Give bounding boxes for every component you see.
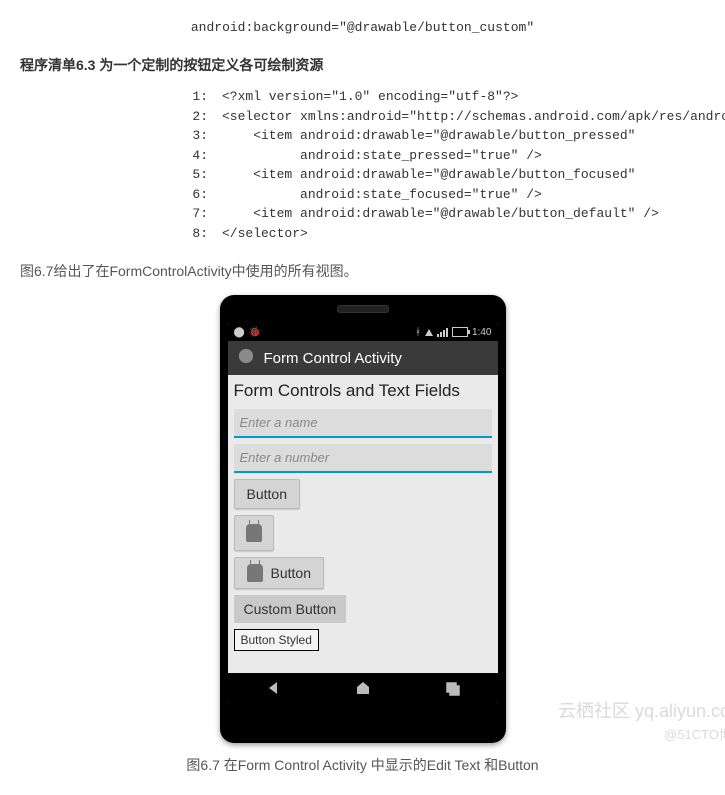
figure-caption: 图6.7 在Form Control Activity 中显示的Edit Tex… — [20, 755, 705, 775]
nav-bar — [228, 673, 498, 703]
bug-icon: 🐞 — [249, 327, 261, 338]
android-icon — [247, 564, 263, 582]
icon-only-button[interactable] — [234, 515, 274, 551]
content-area: Form Controls and Text Fields Enter a na… — [228, 375, 498, 673]
back-icon[interactable] — [265, 680, 281, 696]
status-time: 1:40 — [472, 327, 491, 338]
plain-button[interactable]: Button — [234, 479, 300, 509]
phone-speaker — [337, 305, 389, 313]
phone-screen: ⬤ 🐞 ᚼ 1:40 Form Control Activity Form Co… — [228, 323, 498, 703]
phone-frame: ⬤ 🐞 ᚼ 1:40 Form Control Activity Form Co… — [220, 295, 506, 743]
number-input[interactable]: Enter a number — [234, 444, 492, 473]
activity-title: Form Control Activity — [264, 350, 402, 367]
icon-text-button[interactable]: Button — [234, 557, 324, 589]
styled-button[interactable]: Button Styled — [234, 629, 319, 651]
battery-icon — [452, 327, 468, 337]
name-input[interactable]: Enter a name — [234, 409, 492, 438]
icon-text-button-label: Button — [271, 565, 311, 581]
debug-icon: ⬤ — [234, 327, 245, 338]
app-icon — [236, 348, 256, 368]
watermark: @51CTO博客 — [664, 724, 725, 743]
android-icon — [246, 524, 262, 542]
code-block: 1:<?xml version="1.0" encoding="utf-8"?>… — [20, 87, 705, 243]
signal-icon — [437, 328, 448, 337]
top-code-line: android:background="@drawable/button_cus… — [20, 20, 705, 35]
home-icon[interactable] — [355, 680, 371, 696]
wifi-icon — [425, 329, 433, 336]
section-title: Form Controls and Text Fields — [234, 379, 492, 403]
recent-icon[interactable] — [445, 680, 461, 696]
figure-intro-text: 图6.7给出了在FormControlActivity中使用的所有视图。 — [20, 261, 705, 281]
bluetooth-icon: ᚼ — [415, 327, 421, 338]
phone-screenshot: ⬤ 🐞 ᚼ 1:40 Form Control Activity Form Co… — [20, 295, 705, 743]
action-bar: Form Control Activity — [228, 341, 498, 375]
custom-button[interactable]: Custom Button — [234, 595, 347, 623]
watermark: 云栖社区 yq.aliyun.com — [558, 697, 725, 723]
listing-title: 程序清单6.3 为一个定制的按钮定义各可绘制资源 — [20, 55, 705, 75]
status-bar: ⬤ 🐞 ᚼ 1:40 — [228, 323, 498, 341]
